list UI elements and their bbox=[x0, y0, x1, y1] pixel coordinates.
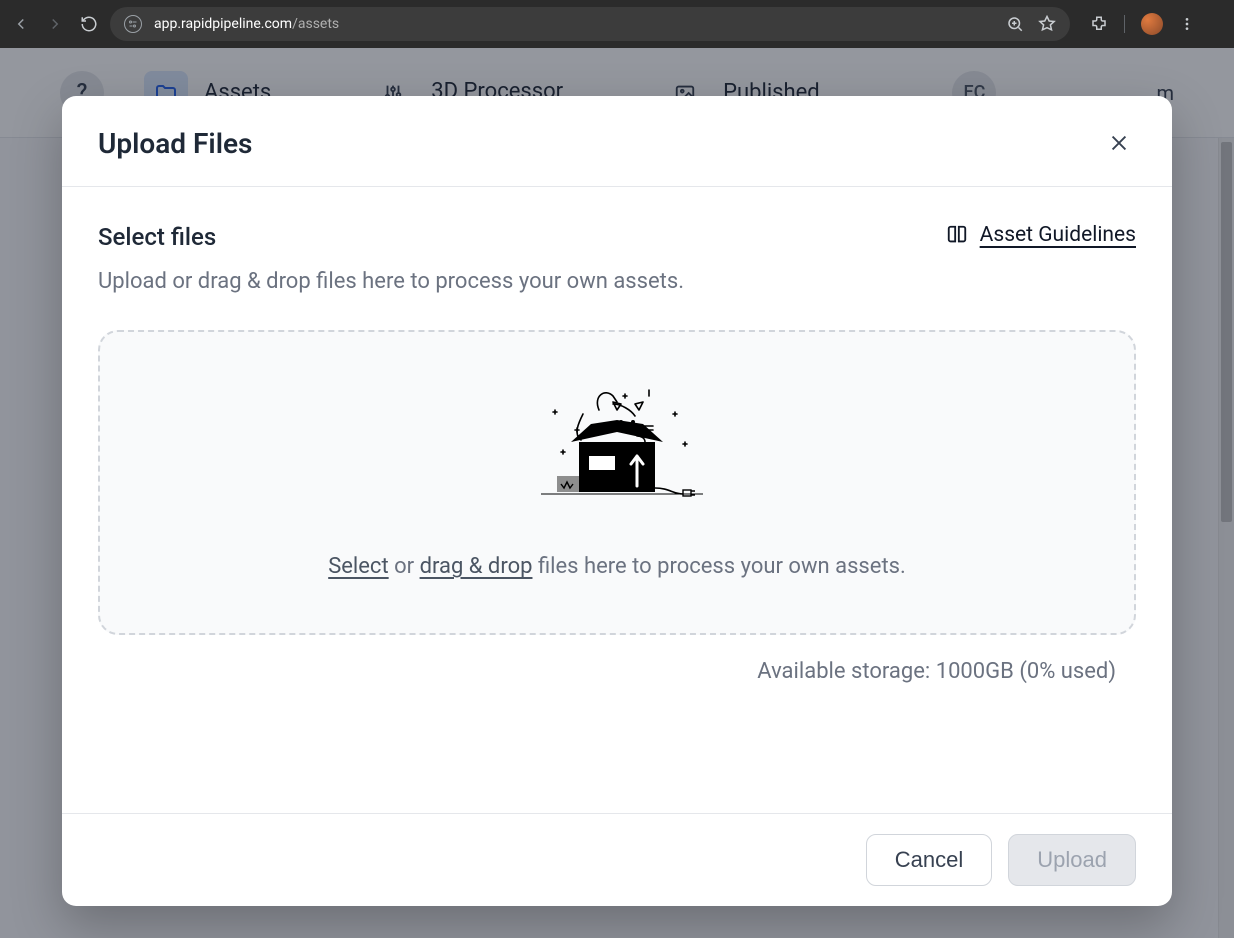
section-subtitle: Upload or drag & drop files here to proc… bbox=[98, 269, 1136, 294]
dropzone-rest: files here to process your own assets. bbox=[532, 554, 905, 579]
browser-profile-icon[interactable] bbox=[1141, 13, 1163, 35]
browser-right-controls bbox=[1090, 13, 1195, 35]
upload-button[interactable]: Upload bbox=[1008, 834, 1136, 886]
file-dropzone[interactable]: Select or drag & drop files here to proc… bbox=[98, 330, 1136, 635]
storage-info: Available storage: 1000GB (0% used) bbox=[98, 659, 1136, 684]
storage-usage: (0% used) bbox=[1014, 659, 1116, 684]
modal-header: Upload Files bbox=[62, 96, 1172, 187]
browser-url-path: /assets bbox=[292, 16, 339, 32]
modal-title: Upload Files bbox=[98, 127, 252, 160]
asset-guidelines-link[interactable]: Asset Guidelines bbox=[946, 223, 1136, 247]
address-bar-actions bbox=[1006, 15, 1056, 33]
browser-address-bar[interactable]: app.rapidpipeline.com/assets bbox=[110, 7, 1070, 41]
book-icon bbox=[946, 224, 968, 246]
dropzone-or: or bbox=[389, 554, 420, 579]
asset-guidelines-label: Asset Guidelines bbox=[980, 223, 1136, 247]
site-settings-icon[interactable] bbox=[124, 15, 142, 33]
browser-back-icon[interactable] bbox=[12, 15, 30, 33]
browser-reload-icon[interactable] bbox=[80, 15, 98, 33]
section-head: Select files Asset Guidelines bbox=[98, 223, 1136, 251]
modal-footer: Cancel Upload bbox=[62, 813, 1172, 906]
select-link[interactable]: Select bbox=[328, 554, 388, 579]
browser-chrome: app.rapidpipeline.com/assets bbox=[0, 0, 1234, 48]
browser-url: app.rapidpipeline.com/assets bbox=[154, 16, 994, 32]
cancel-button[interactable]: Cancel bbox=[866, 834, 992, 886]
modal-body: Select files Asset Guidelines Upload or … bbox=[62, 187, 1172, 813]
dragdrop-link[interactable]: drag & drop bbox=[420, 554, 533, 579]
browser-url-domain: app.rapidpipeline.com bbox=[154, 16, 292, 32]
storage-amount: 1000GB bbox=[936, 659, 1014, 684]
section-title: Select files bbox=[98, 223, 216, 251]
browser-nav-arrows bbox=[12, 15, 98, 33]
dropzone-text: Select or drag & drop files here to proc… bbox=[328, 554, 906, 579]
extensions-icon[interactable] bbox=[1090, 15, 1108, 33]
close-icon[interactable] bbox=[1102, 126, 1136, 160]
storage-prefix: Available storage: bbox=[757, 659, 935, 684]
cat-in-box-illustration-icon bbox=[517, 380, 717, 520]
browser-menu-icon[interactable] bbox=[1179, 16, 1195, 32]
browser-forward-icon[interactable] bbox=[46, 15, 64, 33]
bookmark-star-icon[interactable] bbox=[1038, 15, 1056, 33]
upload-files-modal: Upload Files Select files Asset Guidelin… bbox=[62, 96, 1172, 906]
zoom-icon[interactable] bbox=[1006, 15, 1024, 33]
divider bbox=[1124, 15, 1125, 33]
